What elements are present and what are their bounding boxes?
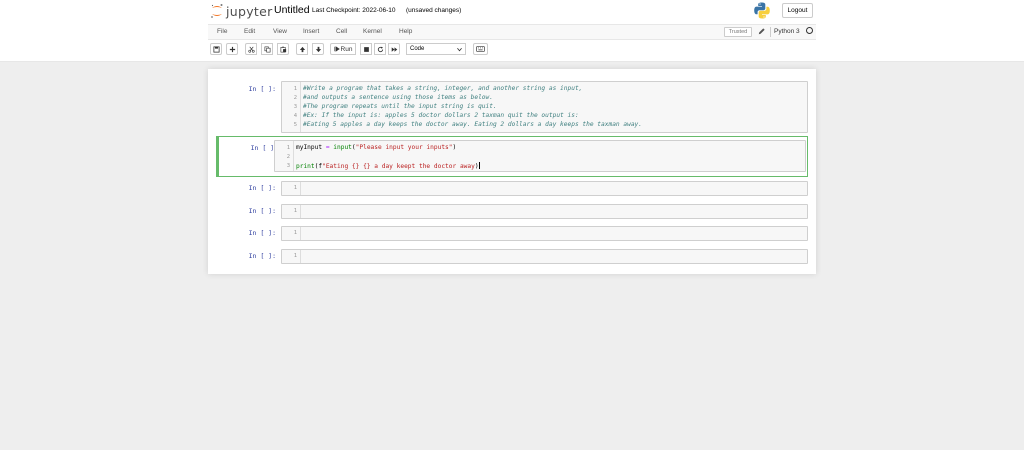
menu-file[interactable]: File — [217, 28, 227, 35]
code-builtin: print — [296, 163, 315, 170]
code-string: "Please input your inputs" — [355, 144, 453, 151]
code-string: "Eating {} {} a day keept the doctor awa… — [322, 163, 475, 170]
line-number: 1 — [293, 230, 297, 236]
edit-mode-pencil-icon — [758, 28, 765, 35]
cell-prompt: In [ ]: — [248, 85, 276, 93]
code-variable: myInput — [296, 144, 323, 151]
line-number: 3 — [293, 104, 297, 110]
copy-icon — [264, 46, 270, 52]
arrow-up-icon — [299, 46, 305, 52]
text-cursor — [478, 162, 480, 169]
code-cell-selected[interactable]: In [ ]: 1 2 3 myInput = input("Please in… — [216, 136, 808, 177]
code-line: #Ex: If the input is: apples 5 doctor do… — [303, 112, 579, 119]
code-editor[interactable]: 1 2 3 myInput = input("Please input your… — [274, 140, 806, 172]
code-builtin: input — [333, 144, 352, 151]
kernel-name[interactable]: Python 3 — [770, 27, 800, 37]
cell-prompt: In [ ]: — [248, 207, 276, 215]
menu-help[interactable]: Help — [399, 28, 412, 35]
copy-button[interactable] — [261, 43, 273, 55]
cell-type-select[interactable]: Code — [406, 43, 466, 55]
line-number: 1 — [293, 185, 297, 191]
code-editor[interactable]: 1 2 3 4 5 #Write a program that takes a … — [281, 81, 808, 133]
line-number: 2 — [286, 154, 290, 160]
command-palette-button[interactable] — [473, 43, 488, 55]
move-down-button[interactable] — [312, 43, 324, 55]
kernel-status-icon — [806, 27, 813, 34]
menu-view[interactable]: View — [273, 28, 287, 35]
code-line: #The program repeats until the input str… — [303, 103, 497, 110]
chevron-down-icon — [457, 47, 462, 52]
notebook-container: In [ ]: 1 2 3 4 5 #Write a program that … — [208, 69, 816, 274]
move-up-button[interactable] — [296, 43, 308, 55]
autosave-status: (unsaved changes) — [406, 7, 462, 14]
save-icon — [212, 45, 220, 53]
code-editor[interactable]: 1 — [281, 226, 808, 241]
python-logo-icon — [754, 2, 770, 19]
logo-text: jupyter — [226, 3, 273, 19]
line-number-gutter: 1 2 3 — [275, 141, 294, 171]
line-number: 1 — [286, 145, 290, 151]
header: jupyter Untitled Last Checkpoint: 2022-0… — [0, 0, 1024, 62]
stop-icon — [363, 46, 369, 52]
cell-prompt: In [ ]: — [248, 184, 276, 192]
code-editor[interactable]: 1 — [281, 204, 808, 219]
line-number: 5 — [293, 122, 297, 128]
line-number-gutter: 1 — [282, 205, 301, 218]
line-number-gutter: 1 — [282, 227, 301, 240]
line-number: 1 — [293, 86, 297, 92]
arrow-down-icon — [315, 46, 321, 52]
paste-button[interactable] — [277, 43, 289, 55]
line-number-gutter: 1 — [282, 250, 301, 263]
code-cell[interactable]: In [ ]: 1 — [214, 179, 810, 199]
code-cell[interactable]: In [ ]: 1 — [214, 224, 810, 244]
scissors-icon — [247, 46, 255, 53]
line-number: 1 — [293, 208, 297, 214]
save-button[interactable] — [210, 43, 222, 55]
jupyter-logo[interactable]: jupyter — [210, 3, 273, 19]
menu-cell[interactable]: Cell — [336, 28, 347, 35]
keyboard-icon — [476, 46, 485, 52]
interrupt-button[interactable] — [360, 43, 372, 55]
code-cell[interactable]: In [ ]: 1 — [214, 202, 810, 222]
fast-forward-icon — [391, 46, 397, 52]
code-line: #and outputs a sentence using those item… — [303, 94, 493, 101]
code-cell[interactable]: In [ ]: 1 — [214, 247, 810, 267]
plus-icon — [229, 46, 235, 52]
code-line-1: myInput = input("Please input your input… — [296, 144, 457, 151]
paste-icon — [280, 46, 286, 52]
line-number-gutter: 1 — [282, 182, 301, 195]
run-button[interactable]: Run — [330, 43, 356, 55]
restart-icon — [377, 46, 383, 52]
line-number: 4 — [293, 113, 297, 119]
checkpoint-status: Last Checkpoint: 2022-06-10 — [312, 7, 396, 14]
code-line-3: print(f"Eating {} {} a day keept the doc… — [296, 162, 480, 170]
code-operator: = — [325, 144, 330, 151]
cell-type-value: Code — [410, 46, 425, 52]
menu-insert[interactable]: Insert — [303, 28, 319, 35]
cell-prompt: In [ ]: — [250, 144, 278, 152]
line-number: 3 — [286, 163, 290, 169]
trusted-indicator[interactable]: Trusted — [724, 27, 752, 37]
menu-kernel[interactable]: Kernel — [363, 28, 382, 35]
line-number-gutter: 1 2 3 4 5 — [282, 82, 301, 132]
restart-run-all-button[interactable] — [388, 43, 400, 55]
jupyter-logo-icon — [211, 4, 223, 18]
code-line: #Eating 5 apples a day keeps the doctor … — [303, 121, 642, 128]
line-number: 1 — [293, 253, 297, 259]
cell-prompt: In [ ]: — [248, 229, 276, 237]
line-number: 2 — [293, 95, 297, 101]
logout-button[interactable]: Logout — [782, 3, 813, 18]
notebook-title[interactable]: Untitled — [274, 4, 310, 16]
code-cell[interactable]: In [ ]: 1 2 3 4 5 #Write a program that … — [214, 77, 810, 135]
menu-edit[interactable]: Edit — [244, 28, 255, 35]
code-line: #Write a program that takes a string, in… — [303, 85, 583, 92]
step-forward-icon — [333, 46, 340, 52]
cell-prompt: In [ ]: — [248, 252, 276, 260]
code-editor[interactable]: 1 — [281, 249, 808, 264]
cut-button[interactable] — [245, 43, 257, 55]
insert-cell-button[interactable] — [226, 43, 238, 55]
code-editor[interactable]: 1 — [281, 181, 808, 196]
restart-button[interactable] — [374, 43, 386, 55]
run-label: Run — [340, 45, 353, 53]
